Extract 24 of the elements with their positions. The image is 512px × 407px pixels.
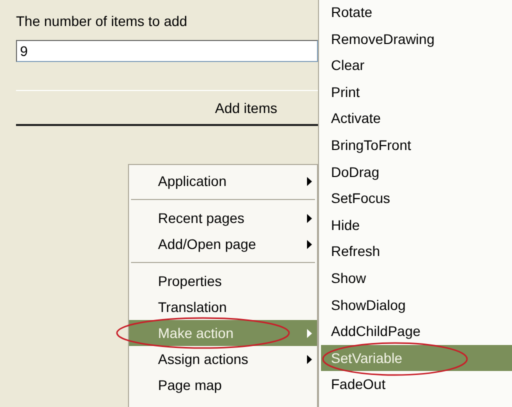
menu-item[interactable]: Properties [129, 268, 317, 294]
menu-item[interactable]: Add/Open page [129, 231, 317, 257]
menu-item[interactable]: Show [321, 264, 512, 292]
menu-item[interactable]: BringToFront [321, 132, 512, 159]
number-field[interactable]: 9 [16, 40, 318, 62]
menu-item[interactable]: Print [321, 78, 512, 106]
menu-item[interactable]: RemoveDrawing [321, 26, 512, 52]
field-label: The number of items to add [16, 12, 188, 30]
menu-item[interactable]: Hide [321, 212, 512, 238]
menu-item[interactable]: DoDrag [321, 158, 512, 186]
menu-item[interactable]: ShowDialog [321, 292, 512, 318]
menu-item[interactable]: Translation [129, 294, 317, 320]
menu-item[interactable]: Assign actions [129, 346, 317, 372]
menu-item[interactable]: Refresh [321, 238, 512, 265]
menu-item[interactable]: Rotate [321, 0, 512, 26]
menu-item[interactable]: Clear [321, 52, 512, 79]
menu-item[interactable]: Application [129, 168, 317, 194]
menu-item[interactable]: FadeOut [321, 371, 512, 398]
menu-item[interactable]: Activate [321, 105, 512, 132]
add-items-button[interactable]: Add items [16, 90, 318, 126]
menu-item[interactable]: Page map [129, 372, 317, 398]
menu-item[interactable]: AddChildPage [321, 318, 512, 345]
menu-item[interactable]: SetFocus [321, 185, 512, 212]
menu-item[interactable]: Recent pages [129, 205, 317, 231]
